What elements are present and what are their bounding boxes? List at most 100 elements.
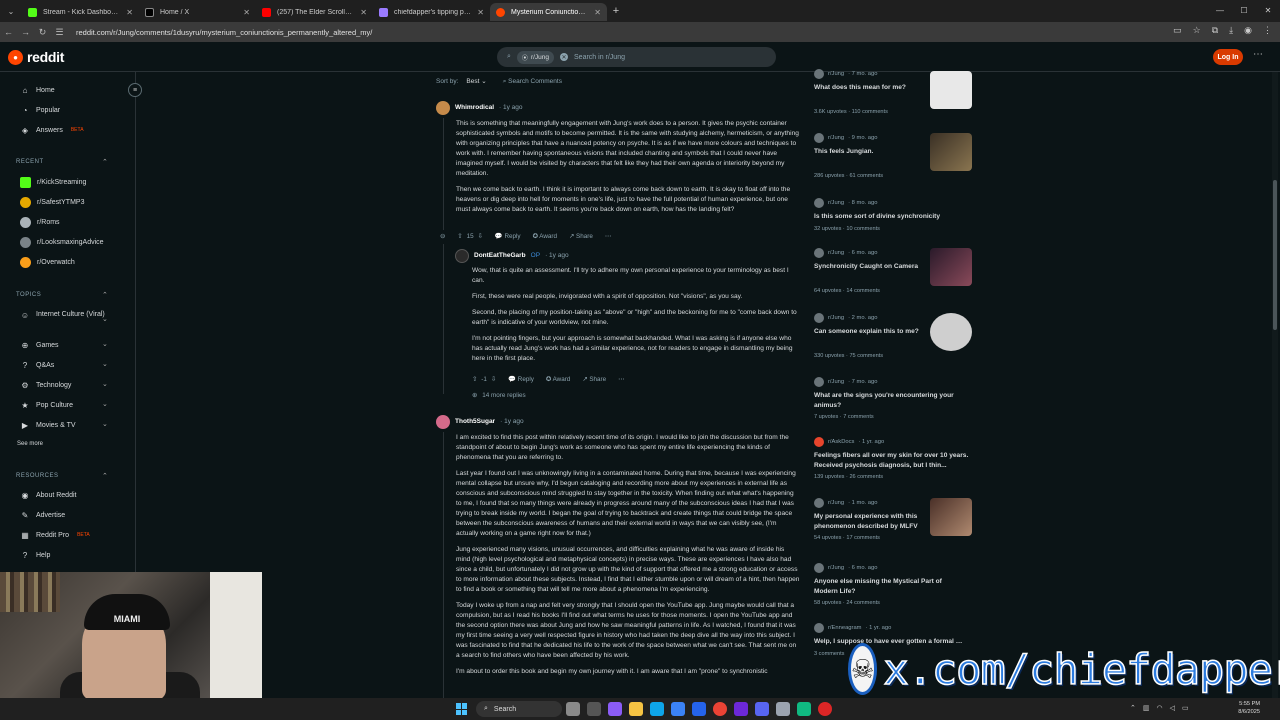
reply-button[interactable]: 💬 Reply <box>508 375 534 385</box>
sort-dropdown[interactable]: Best ⌄ <box>466 77 486 87</box>
chevron-up-icon[interactable]: ⌃ <box>102 291 108 299</box>
scroll-thumb[interactable] <box>1273 180 1277 330</box>
more-options-icon[interactable]: ⋯ <box>618 375 624 385</box>
downvote-icon[interactable]: ⇩ <box>478 232 483 242</box>
new-tab-button[interactable]: + <box>607 5 625 17</box>
sidebar-item-resource[interactable]: ? Help <box>20 550 51 560</box>
post-title[interactable]: Synchronicity Caught on Camera <box>814 262 926 272</box>
chevron-down-icon[interactable]: ⌄ <box>102 400 108 408</box>
collapse-thread-icon[interactable]: ⊖ <box>440 232 445 242</box>
chevron-down-icon[interactable]: ⌄ <box>102 315 108 323</box>
obs-icon[interactable] <box>818 702 832 716</box>
extensions-icon[interactable]: ⧉ <box>1212 25 1218 36</box>
sidebar-item-topic[interactable]: ★ Pop Culture <box>20 400 73 410</box>
subreddit-name[interactable]: r/Jung <box>828 565 844 571</box>
battery-icon[interactable]: ▭ <box>1182 704 1189 712</box>
award-button[interactable]: ✪ Award <box>533 232 557 242</box>
chevron-down-icon[interactable]: ⌄ <box>102 380 108 388</box>
see-more-link[interactable]: See more <box>17 441 43 447</box>
close-icon[interactable]: ✕ <box>477 8 484 17</box>
post-thumbnail[interactable] <box>930 313 972 351</box>
search-bar[interactable]: ⌕ ⦿ r/Jung ✕ Search in r/Jung <box>497 47 776 67</box>
sidebar-item-recent[interactable]: r/KickStreaming <box>20 177 86 188</box>
widgets-icon[interactable] <box>566 702 580 716</box>
award-button[interactable]: ✪ Award <box>546 375 570 385</box>
bookmark-star-icon[interactable]: ☆ <box>1193 25 1201 36</box>
post-thumbnail[interactable] <box>930 133 972 171</box>
sidebar-item-topic[interactable]: ? Q&As <box>20 360 55 370</box>
login-button[interactable]: Log In <box>1213 49 1243 65</box>
subreddit-name[interactable]: r/Jung <box>828 500 844 506</box>
profile-icon[interactable]: ◉ <box>1244 25 1252 36</box>
related-post[interactable]: r/Jung · 7 mo. ago What does this mean fo… <box>814 69 974 115</box>
clear-chip-icon[interactable]: ✕ <box>560 53 569 61</box>
tab-2[interactable]: (257) The Elder Scrolls VI: Sk... ✕ <box>256 3 373 21</box>
tab-list-icon[interactable]: ⌄ <box>0 7 22 16</box>
sidebar-item-resource[interactable]: ◉ About Reddit <box>20 490 77 500</box>
app-icon[interactable] <box>776 702 790 716</box>
more-options-icon[interactable]: ⋯ <box>1253 49 1263 60</box>
site-info-icon[interactable]: ☰ <box>51 27 68 38</box>
chevron-down-icon[interactable]: ⌄ <box>102 340 108 348</box>
chevron-up-icon[interactable]: ⌃ <box>102 472 108 480</box>
subreddit-name[interactable]: r/Jung <box>828 315 844 321</box>
page-scrollbar[interactable] <box>1272 72 1278 698</box>
share-button[interactable]: ↗ Share <box>569 232 593 242</box>
sidebar-item-popular[interactable]: ◔ Popular <box>20 105 61 115</box>
related-post[interactable]: r/Jung · 1 mo. ago My personal experience… <box>814 498 974 541</box>
related-post[interactable]: r/Jung · 8 mo. ago Is this some sort of d… <box>814 198 974 232</box>
tab-4[interactable]: Mysterium Coniunctionis perma... ✕ <box>490 3 607 21</box>
post-thumbnail[interactable] <box>930 498 972 536</box>
cast-icon[interactable]: ▭ <box>1173 25 1182 36</box>
avatar[interactable] <box>436 415 450 429</box>
subreddit-name[interactable]: r/Jung <box>828 250 844 256</box>
close-icon[interactable]: ✕ <box>594 8 601 17</box>
share-button[interactable]: ↗ Share <box>582 375 606 385</box>
sidebar-item-recent[interactable]: r/SafestYTMP3 <box>20 197 84 208</box>
sidebar-item-recent[interactable]: r/Roms <box>20 217 60 228</box>
avatar[interactable] <box>436 101 450 115</box>
chrome-icon[interactable] <box>713 702 727 716</box>
related-post[interactable]: r/Jung · 6 mo. ago Synchronicity Caught o… <box>814 248 974 294</box>
taskbar-search[interactable]: ⌕ Search <box>476 701 562 717</box>
post-thumbnail[interactable] <box>930 248 972 286</box>
tab-0[interactable]: Stream - Kick Dashboard ✕ <box>22 3 139 21</box>
upvote-icon[interactable]: ⇧ <box>472 375 477 385</box>
subreddit-name[interactable]: r/Jung <box>828 200 844 206</box>
downvote-icon[interactable]: ⇩ <box>491 375 496 385</box>
close-window-button[interactable]: ✕ <box>1256 0 1280 20</box>
comment-author[interactable]: Whimrodical <box>455 103 494 113</box>
post-thumbnail[interactable] <box>930 71 972 109</box>
sidebar-item-topic[interactable]: ⚙ Technology <box>20 380 71 390</box>
maximize-button[interactable]: ☐ <box>1232 0 1256 20</box>
post-title[interactable]: What does this mean for me? <box>814 83 926 93</box>
close-icon[interactable]: ✕ <box>360 8 367 17</box>
more-replies-link[interactable]: ⊕ 14 more replies <box>472 391 526 401</box>
post-title[interactable]: What are the signs you're encountering y… <box>814 391 964 410</box>
related-post[interactable]: r/Jung · 7 mo. ago What are the signs you… <box>814 377 974 420</box>
subreddit-name[interactable]: r/Jung <box>828 135 844 141</box>
search-comments-button[interactable]: ⌕ Search Comments <box>503 77 562 87</box>
task-view-icon[interactable] <box>587 702 601 716</box>
post-title[interactable]: This feels Jungian. <box>814 147 926 157</box>
copilot-icon[interactable] <box>608 702 622 716</box>
network-icon[interactable]: ▥ <box>1143 704 1150 712</box>
collapse-sidebar-button[interactable]: ≡ <box>128 83 142 97</box>
related-post[interactable]: r/Jung · 2 mo. ago Can someone explain th… <box>814 313 974 359</box>
reply-button[interactable]: 💬 Reply <box>495 232 521 242</box>
app-icon[interactable] <box>734 702 748 716</box>
volume-icon[interactable]: ◁ <box>1170 704 1175 712</box>
sidebar-item-recent[interactable]: r/Overwatch <box>20 257 75 268</box>
vscode-icon[interactable] <box>692 702 706 716</box>
url-field[interactable]: reddit.com/r/Jung/comments/1dusyru/myste… <box>76 28 372 37</box>
sidebar-item-resource[interactable]: ✎ Advertise <box>20 510 66 520</box>
comment-author[interactable]: DontEatTheGarb <box>474 251 526 261</box>
thread-line[interactable] <box>443 244 444 394</box>
close-icon[interactable]: ✕ <box>243 8 250 17</box>
app-icon[interactable] <box>797 702 811 716</box>
related-post[interactable]: r/AskDocs · 1 yr. ago Feelings fibers all… <box>814 437 974 480</box>
chevron-up-icon[interactable]: ⌃ <box>1130 704 1136 712</box>
edge-icon[interactable] <box>650 702 664 716</box>
back-icon[interactable]: ← <box>0 27 17 37</box>
upvote-icon[interactable]: ⇧ <box>457 232 462 242</box>
